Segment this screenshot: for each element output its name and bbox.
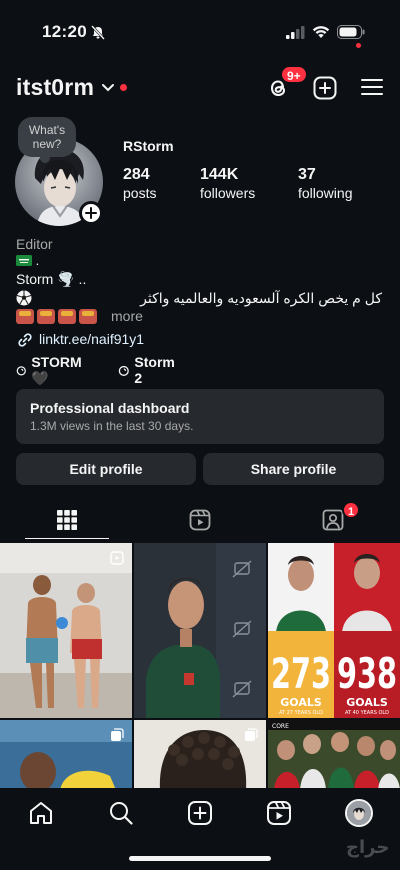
reels-icon[interactable] — [266, 800, 292, 826]
following-count: 37 — [298, 166, 316, 183]
following-stat[interactable]: 37 following — [298, 166, 352, 202]
threads-small-icon — [118, 365, 129, 376]
display-name: RStorm — [123, 138, 174, 154]
post-caption: CORE — [272, 723, 289, 730]
active-tab-indicator — [25, 538, 109, 539]
battery-icon — [337, 25, 365, 39]
flag-line: . — [16, 253, 39, 268]
watermark: حراج — [346, 837, 390, 857]
carousel-icon — [111, 728, 124, 741]
post-big-number-1: 273 — [271, 649, 331, 698]
tab-reels[interactable] — [133, 500, 266, 540]
followers-label: followers — [200, 185, 256, 201]
post-thumbnail[interactable]: 273 938 GOALS GOALS AT 27 YEARS OLD AT 4… — [268, 543, 400, 718]
wifi-icon — [312, 26, 330, 38]
threads-notification-badge: 9+ — [280, 65, 308, 84]
create-plus-icon[interactable] — [313, 76, 337, 100]
bio-link[interactable]: linktr.ee/naif91y1 — [39, 331, 144, 347]
post-image: 273 938 GOALS GOALS AT 27 YEARS OLD AT 4… — [268, 543, 400, 718]
post-thumbnail[interactable] — [134, 543, 266, 718]
grid-icon — [56, 510, 77, 530]
profile-header: itst0rm 9+ — [0, 65, 400, 108]
link-icon — [18, 333, 32, 347]
cellular-signal-icon — [286, 26, 305, 39]
plus-icon — [85, 207, 97, 219]
emoji-row — [16, 309, 97, 325]
cake-icon — [58, 309, 76, 324]
chevron-down-icon[interactable] — [101, 83, 115, 93]
threads-chip-storm[interactable]: STORM 🖤 — [16, 354, 85, 386]
reel-icon — [110, 551, 124, 565]
dashboard-subtitle: 1.3M views in the last 30 days. — [30, 419, 194, 433]
post-big-number-2: 938 — [337, 649, 397, 698]
tagged-badge: 1 — [342, 501, 360, 519]
dashboard-title: Professional dashboard — [30, 400, 190, 416]
tab-posts-grid[interactable] — [0, 500, 133, 540]
post-image: CORE — [268, 720, 400, 788]
cake-icon — [37, 309, 55, 324]
posts-stat[interactable]: 284 posts — [123, 166, 156, 202]
soccer-ball-icon — [16, 290, 32, 306]
create-post-icon[interactable] — [187, 800, 213, 826]
saudi-flag-icon — [16, 255, 32, 266]
bio-line-1: Storm 🌪️ .. — [16, 271, 87, 287]
note-bubble[interactable]: What's new? — [18, 117, 76, 163]
post-image — [0, 543, 132, 718]
followers-count: 144K — [200, 166, 239, 183]
carousel-icon — [245, 728, 258, 741]
bell-off-icon — [91, 25, 105, 40]
threads-small-icon — [16, 365, 26, 375]
profile-notification-dot — [356, 43, 361, 48]
professional-dashboard[interactable]: Professional dashboard 1.3M views in the… — [16, 389, 384, 444]
add-story-button[interactable] — [79, 201, 103, 225]
home-icon[interactable] — [28, 800, 54, 826]
profile-nav-avatar[interactable] — [345, 799, 373, 827]
threads-chip-storm2[interactable]: Storm 2 — [118, 354, 177, 386]
cake-icon — [79, 309, 97, 324]
tab-tagged[interactable] — [266, 500, 399, 540]
username-switcher[interactable]: itst0rm — [16, 74, 94, 101]
posts-grid: 273 938 GOALS GOALS AT 27 YEARS OLD AT 4… — [0, 543, 400, 788]
share-profile-button[interactable]: Share profile — [203, 453, 384, 485]
status-bar: 12:20 — [0, 0, 400, 62]
followers-stat[interactable]: 144K followers — [200, 166, 255, 202]
notification-dot — [120, 84, 127, 91]
profile-tabs — [0, 500, 400, 540]
cake-icon — [16, 309, 34, 324]
post-image — [134, 543, 266, 718]
profile-category: Editor — [16, 236, 53, 252]
post-age-2: AT 40 YEARS OLD — [345, 710, 389, 716]
status-time: 12:20 — [42, 22, 87, 41]
post-age-1: AT 27 YEARS OLD — [279, 710, 323, 716]
reels-icon — [189, 509, 210, 531]
bio-more-link[interactable]: more — [111, 308, 143, 324]
post-goals-1: GOALS — [280, 696, 322, 709]
tagged-person-icon — [322, 509, 343, 531]
post-thumbnail[interactable] — [134, 720, 266, 788]
home-indicator[interactable] — [129, 856, 271, 861]
posts-count: 284 — [123, 166, 150, 183]
bio-line-2: كل م يخص الكره آلسعوديه والعالميه واكثر — [140, 290, 382, 306]
threads-chip-label: STORM 🖤 — [31, 353, 82, 386]
avatar-image — [347, 801, 371, 825]
hamburger-menu-icon[interactable] — [361, 77, 383, 97]
threads-chip-label: Storm 2 — [134, 354, 175, 386]
posts-label: posts — [123, 185, 157, 201]
search-icon[interactable] — [108, 800, 134, 826]
flag-line-text: . — [35, 253, 40, 268]
post-thumbnail[interactable] — [0, 720, 132, 788]
post-thumbnail[interactable]: CORE — [268, 720, 400, 788]
edit-profile-button[interactable]: Edit profile — [16, 453, 196, 485]
post-thumbnail[interactable] — [0, 543, 132, 718]
post-goals-2: GOALS — [346, 696, 388, 709]
following-label: following — [298, 185, 353, 201]
